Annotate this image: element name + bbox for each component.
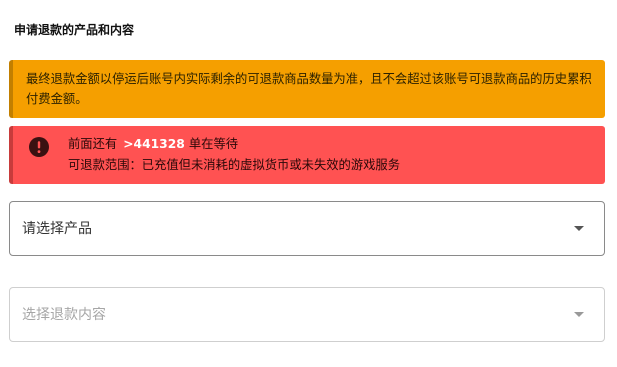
product-select[interactable]: 请选择产品 (9, 201, 605, 256)
warning-text: 最终退款金额以停运后账号内实际剩余的可退款商品数量为准，且不会超过该账号可退款商… (26, 72, 592, 106)
refund-form: 申请退款的产品和内容 最终退款金额以停运后账号内实际剩余的可退款商品数量为准，且… (0, 0, 617, 367)
caret-down-icon (574, 312, 584, 317)
refund-scope-text: 可退款范围：已充值但未消耗的虚拟货币或未失效的游戏服务 (68, 158, 401, 172)
queue-count: >441328 (123, 137, 185, 151)
section-title: 申请退款的产品和内容 (14, 23, 135, 37)
queue-status: 前面还有 >441328 单在等待 (68, 135, 238, 153)
warning-notice: 最终退款金额以停运后账号内实际剩余的可退款商品数量为准，且不会超过该账号可退款商… (9, 60, 605, 118)
exclamation-circle-icon (29, 137, 49, 157)
queue-prefix: 前面还有 (68, 137, 118, 151)
refund-content-select[interactable]: 选择退款内容 (9, 287, 605, 342)
error-notice: 前面还有 >441328 单在等待 可退款范围：已充值但未消耗的虚拟货币或未失效的游… (9, 126, 605, 184)
queue-suffix: 单在等待 (188, 137, 239, 151)
refund-content-placeholder: 选择退款内容 (22, 307, 106, 323)
caret-down-icon (574, 226, 584, 231)
product-select-placeholder: 请选择产品 (22, 221, 92, 237)
